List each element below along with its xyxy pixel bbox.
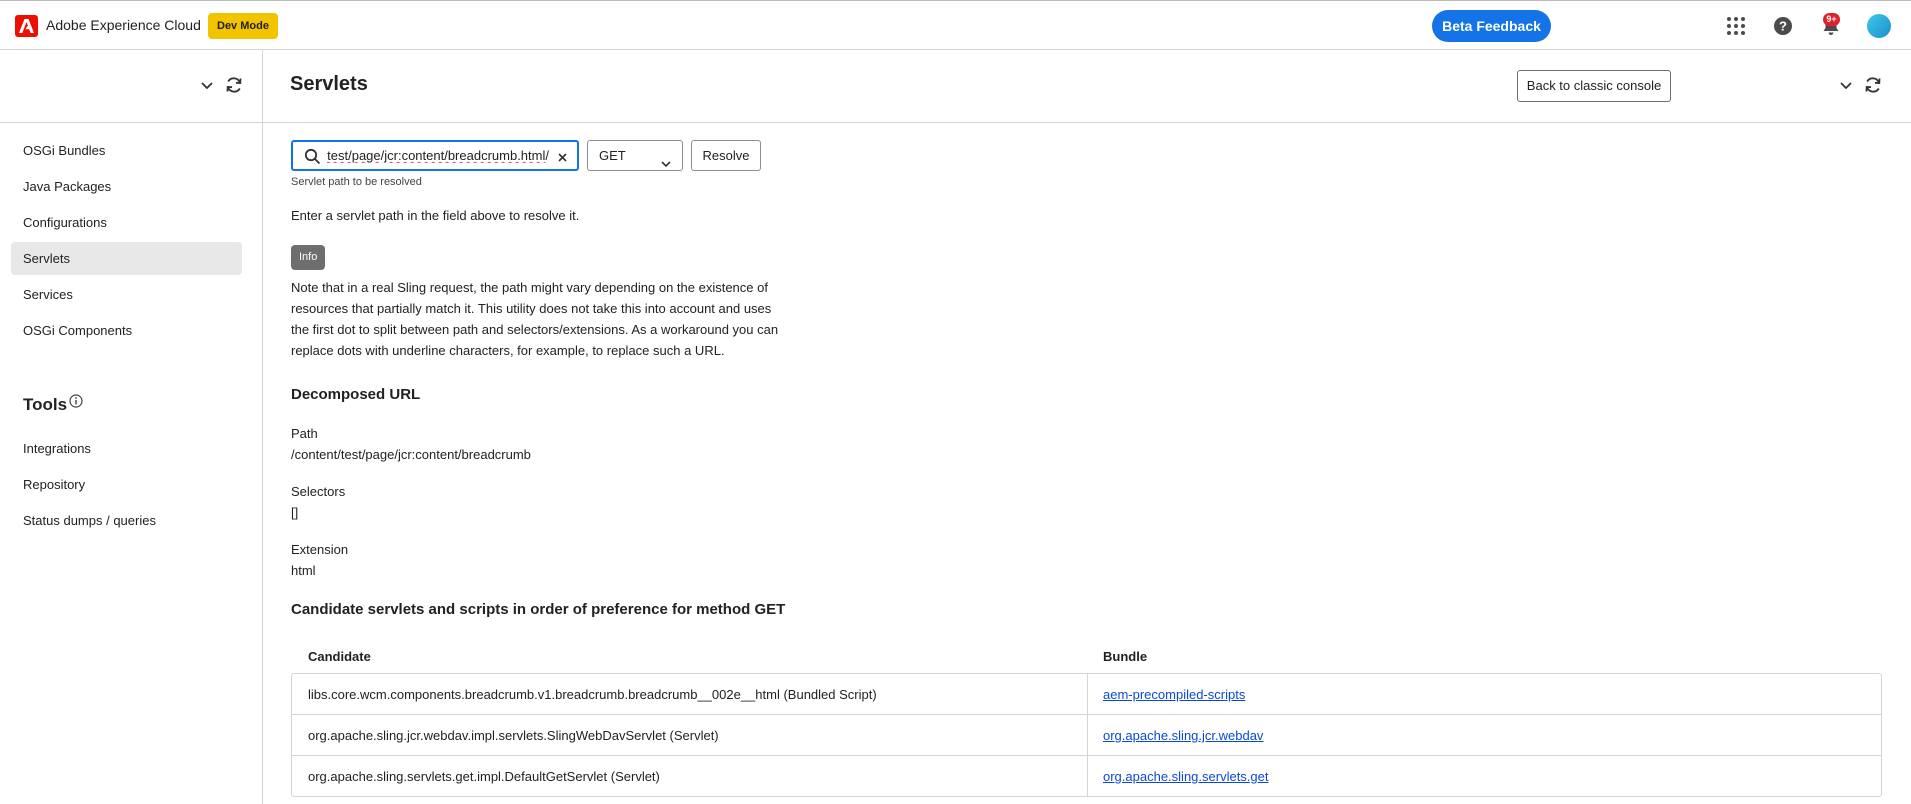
beta-feedback-button[interactable]: Beta Feedback <box>1432 10 1551 42</box>
method-select[interactable]: GET <box>587 140 683 171</box>
main-header: Servlets Back to classic console <box>263 50 1911 123</box>
dev-mode-badge: Dev Mode <box>208 13 278 39</box>
column-divider <box>1087 674 1088 714</box>
servlet-path-input[interactable] <box>327 142 549 169</box>
refresh-icon[interactable] <box>224 75 244 100</box>
bundle-link[interactable]: aem-precompiled-scripts <box>1103 687 1245 702</box>
resolve-button[interactable]: Resolve <box>691 140 761 171</box>
column-header-candidate[interactable]: Candidate <box>308 649 371 664</box>
sidebar-item-integrations[interactable]: Integrations <box>11 432 242 465</box>
selectors-label: Selectors <box>291 484 346 499</box>
notification-count-badge: 9+ <box>1823 13 1840 26</box>
info-note: Note that in a real Sling request, the p… <box>291 280 779 358</box>
column-divider <box>1087 715 1088 755</box>
selectors-value: [] <box>291 505 299 520</box>
table-row: org.apache.sling.jcr.webdav.impl.servlet… <box>292 715 1881 756</box>
bundle-link[interactable]: org.apache.sling.servlets.get <box>1103 769 1268 784</box>
tools-heading: Tools <box>23 395 68 414</box>
candidate-cell: org.apache.sling.servlets.get.impl.Defau… <box>308 769 660 784</box>
candidate-cell: org.apache.sling.jcr.webdav.impl.servlet… <box>308 728 719 743</box>
candidate-cell: libs.core.wcm.components.breadcrumb.v1.b… <box>308 687 877 702</box>
avatar[interactable] <box>1867 14 1891 38</box>
sidebar-item-osgi-components[interactable]: OSGi Components <box>11 314 242 347</box>
app-switcher-icon[interactable] <box>1724 14 1748 38</box>
table-header: Candidate Bundle <box>291 645 1882 675</box>
sidebar-item-repository[interactable]: Repository <box>11 468 242 501</box>
extension-value: html <box>291 563 316 578</box>
bundle-link[interactable]: org.apache.sling.jcr.webdav <box>1103 728 1263 743</box>
decomposed-url-title: Decomposed URL <box>291 386 421 403</box>
svg-text:?: ? <box>1779 19 1787 34</box>
candidates-table: libs.core.wcm.components.breadcrumb.v1.b… <box>291 673 1882 797</box>
info-badge: Info <box>291 245 326 270</box>
column-header-bundle[interactable]: Bundle <box>1103 649 1147 664</box>
sidebar: OSGi Bundles Java Packages Configuration… <box>0 50 263 804</box>
table-row: org.apache.sling.servlets.get.impl.Defau… <box>292 756 1881 796</box>
app-title[interactable]: Adobe Experience Cloud <box>46 17 201 33</box>
chevron-down-icon[interactable] <box>1838 77 1854 98</box>
servlet-path-search[interactable] <box>291 140 579 171</box>
sidebar-item-osgi-bundles[interactable]: OSGi Bundles <box>11 134 242 167</box>
sidebar-item-java-packages[interactable]: Java Packages <box>11 170 242 203</box>
column-divider <box>1087 756 1088 796</box>
extension-label: Extension <box>291 542 349 557</box>
instruction-text: Enter a servlet path in the field above … <box>291 208 580 223</box>
sidebar-item-servlets[interactable]: Servlets <box>11 242 242 275</box>
refresh-icon[interactable] <box>1863 75 1883 100</box>
path-value: /content/test/page/jcr:content/breadcrum… <box>291 447 531 462</box>
page-title: Servlets <box>290 73 368 95</box>
sidebar-item-status-dumps[interactable]: Status dumps / queries <box>11 504 242 537</box>
top-bar: Adobe Experience Cloud Dev Mode Beta Fee… <box>0 0 1911 50</box>
search-help-text: Servlet path to be resolved <box>291 176 422 188</box>
sidebar-header <box>0 50 262 123</box>
method-select-value: GET <box>599 148 626 163</box>
clear-icon[interactable] <box>557 150 568 168</box>
search-icon <box>304 148 321 169</box>
table-row: libs.core.wcm.components.breadcrumb.v1.b… <box>292 674 1881 715</box>
sidebar-item-configurations[interactable]: Configurations <box>11 206 242 239</box>
candidates-title: Candidate servlets and scripts in order … <box>291 601 786 618</box>
chevron-down-icon[interactable] <box>199 77 215 98</box>
path-label: Path <box>291 426 318 441</box>
info-icon[interactable] <box>69 394 83 413</box>
sidebar-item-services[interactable]: Services <box>11 278 242 311</box>
chevron-down-icon <box>660 151 672 180</box>
help-icon[interactable]: ? <box>1771 14 1795 38</box>
back-to-classic-console-button[interactable]: Back to classic console <box>1517 70 1671 102</box>
adobe-logo-icon[interactable] <box>15 15 38 37</box>
